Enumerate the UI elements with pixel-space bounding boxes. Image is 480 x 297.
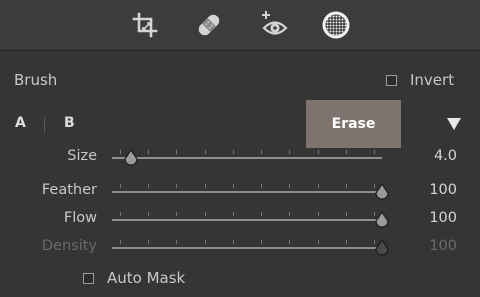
slider-thumb-density[interactable] xyxy=(374,239,390,256)
slider-tick xyxy=(148,184,150,188)
crop-tool-button[interactable] xyxy=(129,9,161,41)
slider-tick xyxy=(345,212,347,216)
tool-strip xyxy=(0,0,480,51)
slider-track-density[interactable] xyxy=(112,247,382,249)
slider-tick xyxy=(232,212,234,216)
slider-value-density[interactable]: 100 xyxy=(429,238,457,254)
slider-label-feather: Feather xyxy=(41,182,97,198)
slider-row-flow: Flow 100 xyxy=(0,207,480,231)
slider-tick xyxy=(176,150,178,154)
slider-tick xyxy=(289,184,291,188)
slider-tick xyxy=(232,240,234,244)
masking-tool-button[interactable] xyxy=(320,9,352,41)
tab-separator xyxy=(44,117,45,133)
slider-tick xyxy=(289,212,291,216)
slider-tick xyxy=(204,212,206,216)
healing-tool-button[interactable] xyxy=(193,9,225,41)
slider-tick xyxy=(232,184,234,188)
eye-plus-icon xyxy=(262,11,288,35)
slider-value-feather[interactable]: 100 xyxy=(429,182,457,198)
slider-tick xyxy=(204,184,206,188)
slider-track-size[interactable] xyxy=(112,157,382,159)
slider-row-density: Density 100 xyxy=(0,235,480,259)
red-eye-tool-button[interactable] xyxy=(259,9,291,41)
slider-tick xyxy=(289,240,291,244)
slider-tick xyxy=(289,150,291,154)
slider-tick xyxy=(120,240,121,244)
bandage-icon xyxy=(198,14,220,36)
slider-tick xyxy=(232,150,234,154)
dotted-circle-icon xyxy=(322,11,350,39)
slider-tick xyxy=(261,184,263,188)
brush-label: Brush xyxy=(14,71,58,89)
slider-tick xyxy=(261,150,263,154)
slider-label-flow: Flow xyxy=(63,210,97,226)
slider-tick xyxy=(317,184,319,188)
auto-mask-label[interactable]: Auto Mask xyxy=(107,269,185,287)
slider-value-size[interactable]: 4.0 xyxy=(434,148,457,164)
slider-tick xyxy=(374,150,375,154)
slider-tick xyxy=(148,212,150,216)
slider-tick xyxy=(176,240,178,244)
invert-label[interactable]: Invert xyxy=(410,71,454,89)
slider-tick xyxy=(148,240,150,244)
slider-tick xyxy=(317,150,319,154)
brush-tab-a[interactable]: A xyxy=(15,115,26,131)
slider-tick xyxy=(261,240,263,244)
slider-track-flow[interactable] xyxy=(112,219,382,221)
crop-icon xyxy=(132,12,158,38)
slider-tick xyxy=(176,212,178,216)
slider-thumb-feather[interactable] xyxy=(374,183,390,200)
slider-tick xyxy=(317,240,319,244)
slider-tick xyxy=(148,150,150,154)
slider-tick xyxy=(204,150,206,154)
slider-tick xyxy=(204,240,206,244)
slider-tick xyxy=(261,212,263,216)
slider-row-size: Size 4.0 xyxy=(0,145,480,169)
slider-thumb-size[interactable] xyxy=(123,149,139,166)
slider-tick xyxy=(120,212,121,216)
panel-menu-triangle-icon[interactable] xyxy=(447,118,461,130)
slider-tick xyxy=(120,184,121,188)
slider-track-feather[interactable] xyxy=(112,191,382,193)
slider-tick xyxy=(345,184,347,188)
slider-row-feather: Feather 100 xyxy=(0,179,480,203)
slider-tick xyxy=(345,240,347,244)
auto-mask-checkbox[interactable] xyxy=(83,273,94,284)
slider-tick xyxy=(176,184,178,188)
slider-value-flow[interactable]: 100 xyxy=(429,210,457,226)
slider-tick xyxy=(345,150,347,154)
slider-label-density: Density xyxy=(41,238,97,254)
brush-tab-b[interactable]: B xyxy=(64,115,75,131)
erase-button[interactable]: Erase xyxy=(306,100,401,148)
slider-tick xyxy=(120,150,121,154)
invert-checkbox[interactable] xyxy=(386,75,397,86)
slider-thumb-flow[interactable] xyxy=(374,211,390,228)
slider-label-size: Size xyxy=(67,148,97,164)
slider-tick xyxy=(317,212,319,216)
